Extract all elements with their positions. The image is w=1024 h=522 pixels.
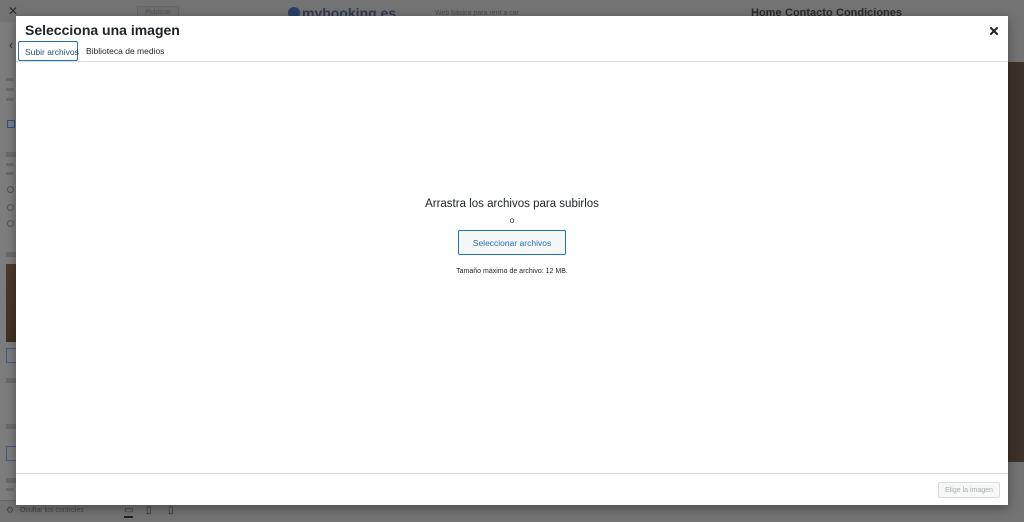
sidebar-text-line [6,98,14,101]
sidebar-text-line [6,488,14,491]
sidebar-text-line [6,78,14,81]
sidebar-radio [7,204,14,211]
sidebar-text-line [6,172,14,175]
sidebar-text-line [6,88,14,91]
mobile-icon: ▯ [168,505,174,516]
chevron-left-icon: ‹ [9,38,13,52]
max-upload-size: Tamaño máximo de archivo: 12 MB. [456,268,568,275]
sidebar-checkbox [7,120,15,128]
sidebar-text-line [6,252,16,257]
modal-close-button[interactable] [984,21,1004,41]
sidebar-text-line [6,152,16,157]
sidebar-text-line [6,163,14,166]
preview-image-strip [1007,62,1024,462]
select-files-button[interactable]: Seleccionar archivos [458,230,566,255]
sidebar-text-line [6,378,16,383]
modal-toolbar: Elige la imagen [16,474,1008,505]
modal-title: Selecciona una imagen [25,22,180,38]
sidebar-radio [7,186,14,193]
close-icon [990,27,998,35]
sidebar-radio [7,220,14,227]
tab-subir-archivos[interactable]: Subir archivos [18,41,79,61]
upload-drop-zone[interactable]: Arrastra los archivos para subirlos o Se… [16,62,1008,473]
tablet-icon: ▯ [146,505,152,516]
or-separator: o [509,216,515,225]
gear-icon: ⚙ [6,505,15,515]
choose-image-button[interactable]: Elige la imagen [938,482,1000,498]
hide-controls-label: Ocultar los controles [20,507,84,514]
sidebar-text-line [6,478,16,483]
media-modal: Selecciona una imagen Subir archivos Bib… [16,16,1008,505]
drop-instructions: Arrastra los archivos para subirlos [425,198,599,210]
sidebar-text-line [6,424,16,429]
tab-biblioteca-de-medios[interactable]: Biblioteca de medios [80,41,170,61]
desktop-icon: ▭ [124,505,134,518]
